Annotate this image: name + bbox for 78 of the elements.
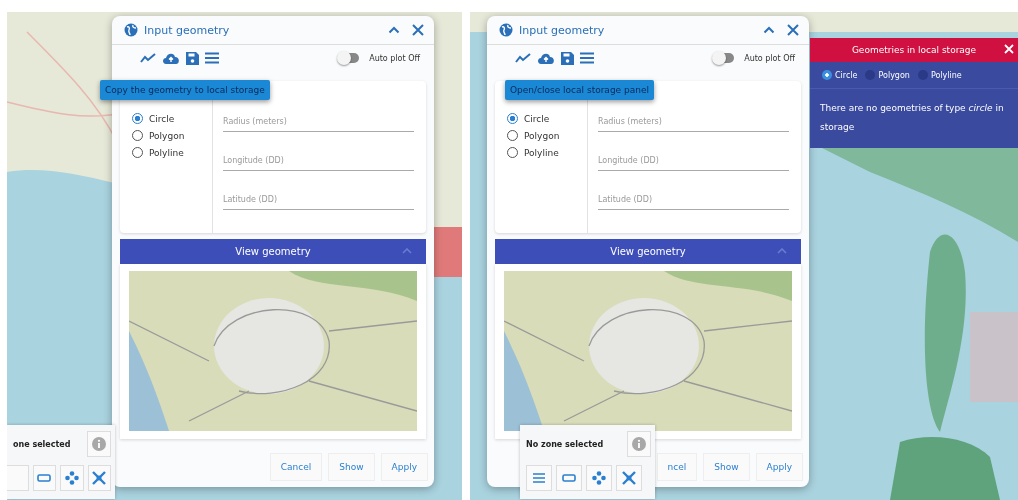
shape-radio[interactable]: Polyline [132,147,212,158]
input-field[interactable]: Radius (meters) [598,111,789,132]
cross-icon [621,470,637,486]
auto-plot-toggle[interactable] [714,53,735,63]
close-button[interactable] [412,24,424,36]
four-dots-icon [592,471,606,485]
cross-button[interactable] [616,465,642,491]
ruler-icon [37,474,52,482]
view-geometry-header[interactable]: View geometry [495,239,801,264]
info-icon [92,437,106,451]
shape-radio[interactable]: Polyline [917,70,962,80]
globe-icon [124,23,138,37]
save-button[interactable] [186,51,199,65]
collapse-button[interactable] [763,26,775,34]
trend-line-button[interactable] [515,53,531,63]
trend-line-icon [515,53,531,63]
dialog-button[interactable]: ncel [656,453,698,481]
globe-icon [499,23,513,37]
list-icon [580,52,594,64]
collapse-button[interactable] [388,26,400,34]
cloud-upload-icon [162,52,180,64]
shape-radio[interactable]: Circle [507,113,587,124]
input-field[interactable]: Radius (meters) [223,111,414,132]
dialog-title: Input geometry [144,23,230,37]
zone-status: one selected [13,439,71,449]
input-field[interactable]: Latitude (DD) [598,189,789,210]
dialog-button[interactable]: Show [328,453,375,481]
input-field[interactable]: Longitude (DD) [598,150,789,171]
dialog-title: Input geometry [519,23,605,37]
shape-radio[interactable]: Polygon [132,130,212,141]
move-button[interactable] [586,465,612,491]
trend-line-button[interactable] [140,53,156,63]
auto-plot-toggle[interactable] [339,53,360,63]
tooltip: Copy the geometry to local storage [100,80,270,100]
input-field[interactable]: Latitude (DD) [223,189,414,210]
shape-radio[interactable]: Circle [132,113,212,124]
shape-radio[interactable]: Polyline [507,147,587,158]
dialog-button[interactable]: Apply [380,453,428,481]
save-button[interactable] [561,51,574,65]
shape-radio[interactable]: Circle [822,70,858,80]
cloud-upload-button[interactable] [162,52,180,64]
info-icon [632,437,646,451]
shape-radio[interactable]: Polygon [507,130,587,141]
storage-panel-title: Geometries in local storage [851,45,977,55]
cross-icon [91,470,108,486]
tooltip: Open/close local storage panel [505,80,654,100]
ruler-icon [562,474,576,482]
dialog-button[interactable]: Cancel [269,453,323,481]
dialog-button[interactable]: Show [703,453,750,481]
close-button[interactable] [787,24,799,36]
view-geometry-header[interactable]: View geometry [120,239,426,264]
empty-storage-message: There are no geometries of type circle in storage [820,102,1005,134]
list-icon [533,473,545,483]
input-field[interactable]: Longitude (DD) [223,150,414,171]
cloud-upload-button[interactable] [537,52,555,64]
close-icon [412,24,424,36]
zone-overlay [432,227,462,277]
zone-status: No zone selected [526,439,604,449]
cloud-upload-icon [537,52,555,64]
chevron-up-icon [777,248,787,254]
trend-line-icon [140,53,156,63]
auto-plot-label: Auto plot Off [369,53,420,63]
auto-plot-label: Auto plot Off [744,53,795,63]
shape-radio[interactable]: Polygon [865,70,910,80]
chevron-up-icon [763,26,775,34]
dialog-button[interactable]: Apply [755,453,803,481]
chevron-up-icon [402,248,412,254]
chevron-up-icon [388,26,400,34]
list-icon [205,52,219,64]
move-button[interactable] [60,465,84,491]
list-button[interactable] [580,52,594,64]
close-icon [787,24,799,36]
four-dots-icon [64,471,79,485]
ruler-button[interactable] [32,465,56,491]
close-icon [1004,44,1014,54]
ruler-button[interactable] [556,465,582,491]
cross-button[interactable] [87,465,111,491]
list-button[interactable] [205,52,219,64]
